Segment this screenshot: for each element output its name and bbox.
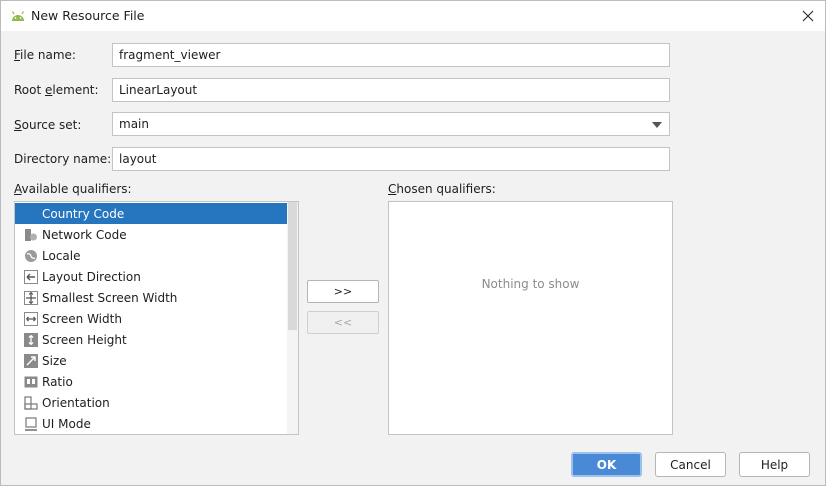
- width-arrows-icon: [24, 311, 38, 326]
- scrollbar-thumb[interactable]: [288, 202, 297, 330]
- qualifier-layout-direction[interactable]: Layout Direction: [15, 266, 288, 287]
- globe-icon: [25, 249, 37, 262]
- title-bar: New Resource File: [1, 1, 825, 31]
- android-icon: [11, 11, 25, 21]
- qualifier-network-code[interactable]: Network Code: [15, 224, 288, 245]
- source-set-label: Source set:: [14, 118, 82, 132]
- expand-icon: [24, 290, 38, 305]
- empty-state-text: Nothing to show: [481, 277, 580, 291]
- source-set-value: main: [119, 117, 149, 131]
- root-element-input[interactable]: [112, 78, 670, 102]
- chosen-qualifiers-label: Chosen qualifiers:: [388, 182, 496, 196]
- available-qualifiers-list[interactable]: Country Code Network Code Locale Layout …: [14, 201, 299, 435]
- root-element-label: Root element:: [14, 83, 99, 97]
- help-button[interactable]: Help: [739, 452, 810, 477]
- qualifier-ui-mode[interactable]: UI Mode: [15, 413, 288, 434]
- available-qualifiers-label: Available qualifiers:: [14, 182, 132, 196]
- ui-mode-icon: [25, 416, 37, 431]
- height-arrows-icon: [24, 332, 38, 347]
- qualifier-screen-width[interactable]: Screen Width: [15, 308, 288, 329]
- new-resource-file-dialog: New Resource File File name: Root elemen…: [0, 0, 826, 486]
- qualifier-screen-height[interactable]: Screen Height: [15, 329, 288, 350]
- directory-name-label: Directory name:: [14, 152, 112, 166]
- source-set-dropdown[interactable]: main: [112, 112, 670, 136]
- qualifier-size[interactable]: Size: [15, 350, 288, 371]
- qualifier-ratio[interactable]: Ratio: [15, 371, 288, 392]
- close-button[interactable]: [797, 5, 819, 27]
- ratio-icon: [24, 376, 38, 387]
- qualifier-smallest-screen-width[interactable]: Smallest Screen Width: [15, 287, 288, 308]
- qualifier-orientation[interactable]: Orientation: [15, 392, 288, 413]
- network-icon: [25, 228, 37, 241]
- qualifier-country-code[interactable]: Country Code: [15, 203, 288, 224]
- resize-icon: [24, 353, 38, 368]
- cancel-button[interactable]: Cancel: [655, 452, 726, 477]
- file-name-label: File name:: [14, 48, 76, 62]
- close-icon: [802, 10, 814, 22]
- chosen-qualifiers-list[interactable]: Nothing to show: [388, 201, 673, 435]
- directory-name-input[interactable]: [112, 147, 670, 171]
- arrow-left-icon: [24, 269, 38, 284]
- chevron-down-icon: [652, 122, 662, 128]
- available-list-scrollbar[interactable]: [287, 202, 298, 434]
- file-name-input[interactable]: [112, 43, 670, 67]
- dialog-title: New Resource File: [31, 8, 145, 23]
- remove-qualifier-button[interactable]: <<: [307, 311, 379, 334]
- add-qualifier-button[interactable]: >>: [307, 280, 379, 303]
- ok-button[interactable]: OK: [571, 452, 642, 477]
- orientation-icon: [24, 395, 38, 410]
- qualifier-locale[interactable]: Locale: [15, 245, 288, 266]
